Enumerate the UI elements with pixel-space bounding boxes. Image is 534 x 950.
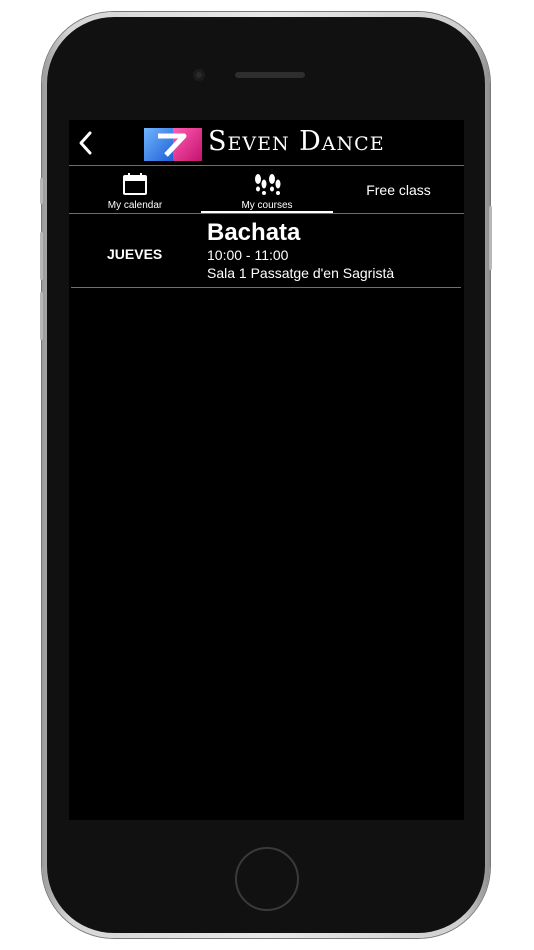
course-time: 10:00 - 11:00 — [207, 247, 289, 263]
back-button[interactable] — [73, 128, 97, 158]
tab-label: Free class — [366, 182, 431, 198]
calendar-icon — [122, 172, 148, 201]
course-list-item[interactable]: JUEVES Bachata 10:00 - 11:00 Sala 1 Pass… — [69, 214, 464, 288]
volume-up-button — [40, 232, 43, 280]
chevron-left-icon — [79, 131, 92, 155]
app-header: Seven Dance — [69, 120, 464, 165]
power-button — [489, 206, 492, 270]
footprints-icon — [250, 172, 284, 203]
course-room: Sala 1 Passatge d'en Sagristà — [207, 265, 395, 281]
front-camera — [193, 69, 205, 81]
tab-bar: My calendar My courses Free class — [69, 166, 464, 213]
app-screen: Seven Dance My calendar My courses Free … — [69, 120, 464, 820]
brand-logo — [144, 128, 202, 161]
brand-name: Seven Dance — [208, 126, 385, 157]
tab-my-courses[interactable]: My courses — [201, 166, 333, 213]
earpiece-speaker — [235, 72, 305, 78]
tab-my-calendar[interactable]: My calendar — [69, 166, 201, 213]
volume-down-button — [40, 292, 43, 340]
tab-label: My courses — [241, 200, 293, 211]
course-name: Bachata — [207, 219, 301, 246]
tab-free-class[interactable]: Free class — [333, 166, 464, 213]
course-day: JUEVES — [107, 246, 163, 262]
mute-switch — [40, 178, 43, 204]
course-divider — [71, 287, 461, 288]
home-button[interactable] — [235, 847, 299, 911]
tab-label: My calendar — [107, 200, 163, 211]
